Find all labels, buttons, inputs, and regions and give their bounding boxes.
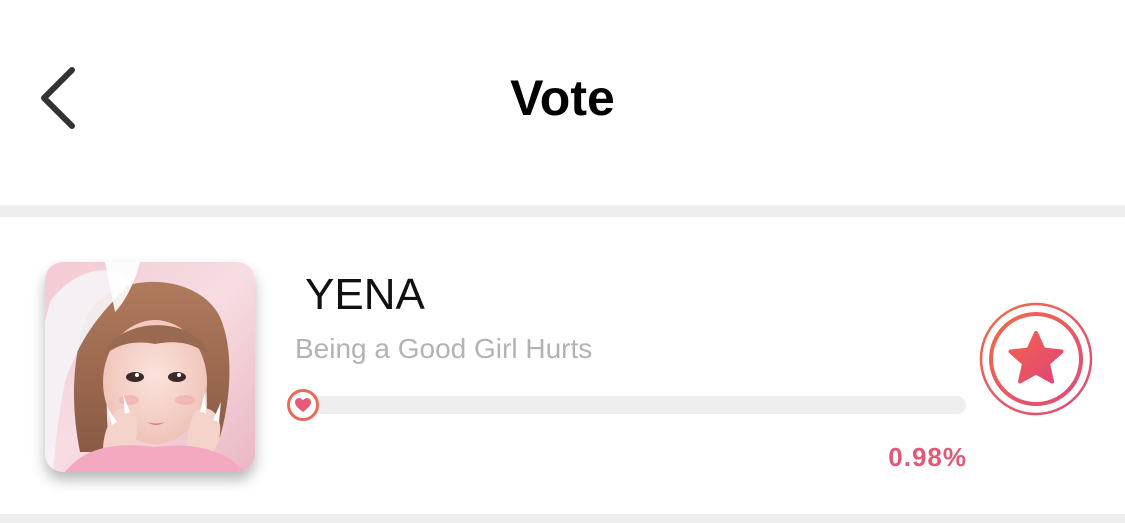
vote-percentage: 0.98%: [888, 442, 967, 472]
section-divider: [0, 205, 1125, 217]
song-title: Being a Good Girl Hurts: [295, 333, 593, 364]
vote-item-card[interactable]: YENA Being a Good Girl Hurts 0.98%: [0, 217, 1125, 514]
progress-knob: [286, 388, 320, 422]
artist-name: YENA: [305, 270, 425, 319]
vote-star-button[interactable]: [978, 301, 1094, 417]
star-icon: [979, 302, 1093, 416]
album-cover-image: [45, 262, 255, 472]
header-bar: Vote: [0, 0, 1125, 205]
vote-progress-bar: [290, 396, 966, 414]
page-title: Vote: [510, 70, 615, 126]
heart-icon: [287, 389, 319, 421]
vote-page: Vote YENA Being a Good Girl Hurts 0.98%: [0, 0, 1125, 523]
section-divider-bottom: [0, 514, 1125, 523]
